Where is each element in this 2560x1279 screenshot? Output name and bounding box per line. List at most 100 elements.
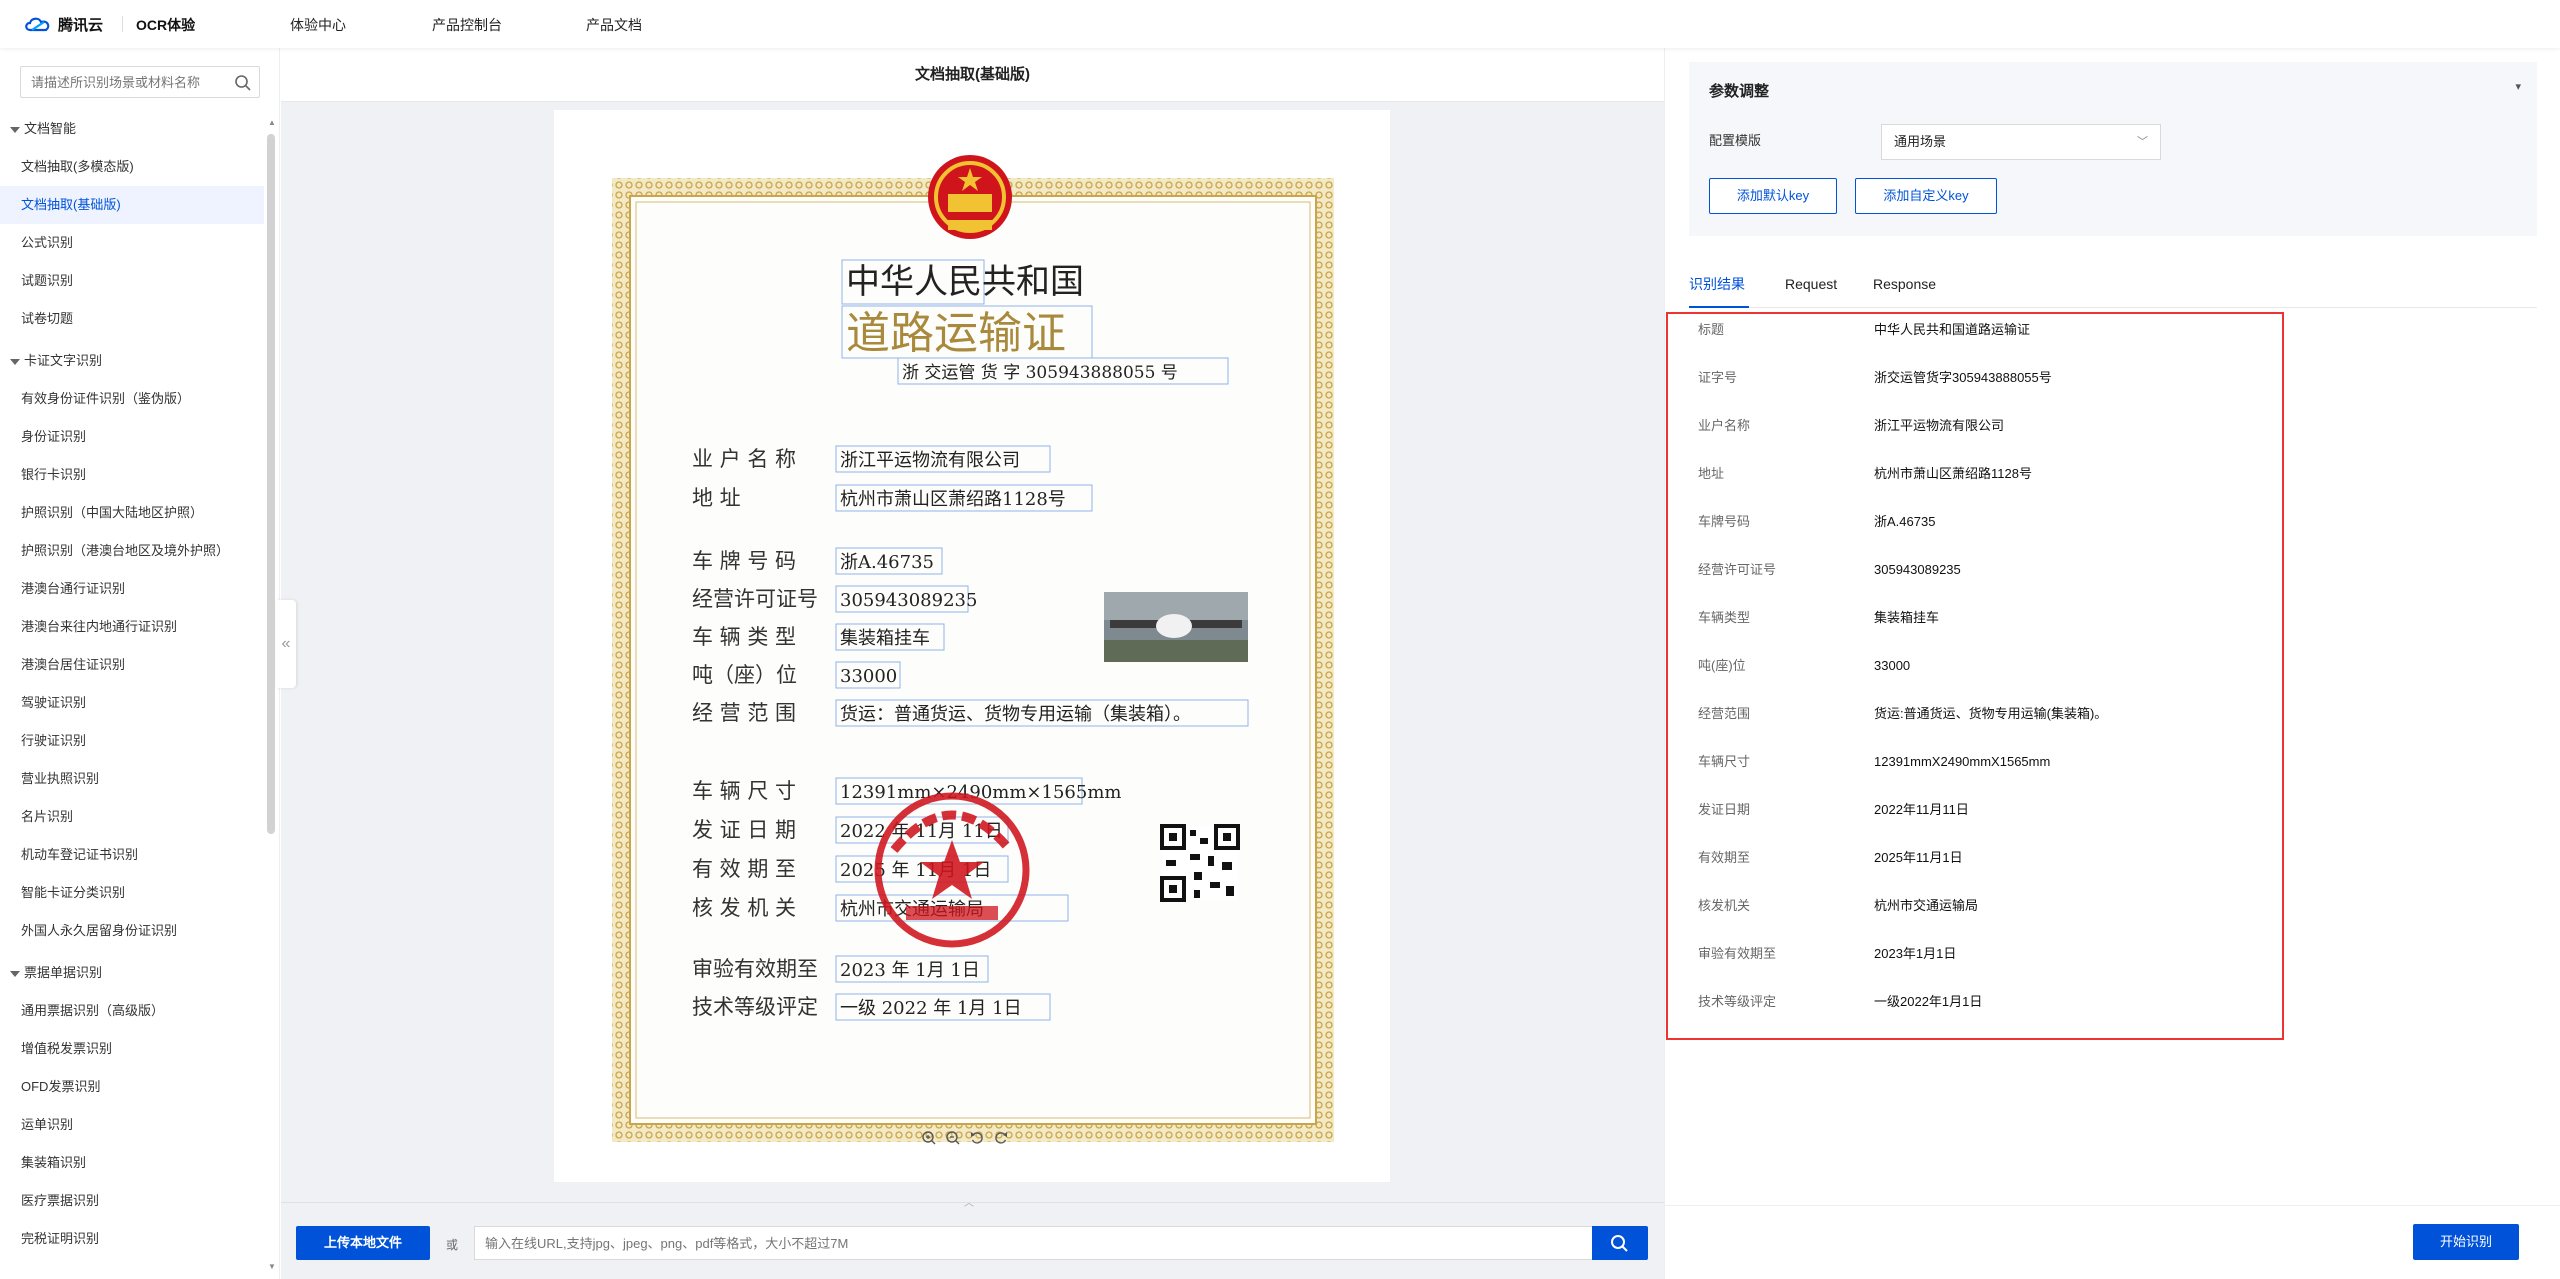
result-value: 一级2022年1月1日 [1874,994,1983,1009]
nav-experience-center[interactable]: 体验中心 [290,15,346,35]
tab-response[interactable]: Response [1873,260,1936,308]
result-value: 305943089235 [1874,562,1961,577]
sidebar-item[interactable]: 增值税发票识别 [0,1030,264,1068]
certificate-field-label: 车 辆 类 型 [692,625,796,649]
sidebar-section-header[interactable]: 卡证文字识别 [0,346,260,376]
result-value: 中华人民共和国道路运输证 [1874,322,2031,337]
bottom-divider [1665,1205,2560,1206]
image-zoom-toolbar [921,1130,1009,1146]
url-search-button[interactable] [1592,1226,1648,1260]
result-value: 杭州市交通运输局 [1874,898,1979,913]
sidebar-item[interactable]: 银行卡识别 [0,456,264,494]
rotate-left-icon[interactable] [969,1130,985,1146]
add-custom-key-button[interactable]: 添加自定义key [1855,178,1997,214]
sidebar-item[interactable]: 智能卡证分类识别 [0,874,264,912]
sidebar-item[interactable]: 机动车登记证书识别 [0,836,264,874]
expand-up-chevron-icon[interactable]: ︿ [964,1194,974,1209]
result-key: 经营许可证号 [1698,562,1777,577]
collapse-chevron-icon[interactable]: ▾ [2515,80,2521,93]
nav-product-console[interactable]: 产品控制台 [432,15,502,35]
sidebar-item[interactable]: 营业执照识别 [0,760,264,798]
result-value: 2023年1月1日 [1874,946,1957,961]
caret-down-icon [10,126,20,133]
certificate-field-value: 浙江平运物流有限公司 [840,450,1020,471]
sidebar-section-header[interactable]: 文档智能 [0,114,260,144]
sidebar-item[interactable]: 港澳台通行证识别 [0,570,264,608]
tab-request[interactable]: Request [1785,260,1837,308]
sidebar-section-header[interactable]: 票据单据识别 [0,958,260,988]
sidebar-item[interactable]: 完税证明识别 [0,1220,264,1258]
nav-ocr-experience[interactable]: OCR体验 [136,15,195,35]
result-value: 2022年11月11日 [1874,802,1969,817]
scroll-up-arrow-icon[interactable]: ▲ [268,118,276,127]
sidebar-item[interactable]: 护照识别（港澳台地区及境外护照） [0,532,264,570]
search-icon [1611,1235,1628,1252]
certificate-field-value: 杭州市萧山区萧绍路1128号 [840,489,1066,510]
sidebar-item[interactable]: 试题识别 [0,262,264,300]
top-nav: 腾讯云 OCR体验 体验中心 产品控制台 产品文档 [0,0,2560,48]
certificate-field-label: 经 营 范 围 [692,701,796,725]
national-emblem-icon [928,155,1012,239]
tencent-cloud-logo[interactable]: 腾讯云 [24,13,103,35]
sidebar-item[interactable]: 医疗票据识别 [0,1182,264,1220]
certificate-field-label: 车 辆 尺 寸 [692,779,796,803]
sidebar-item[interactable]: 行驶证识别 [0,722,264,760]
document-preview-area: 文档抽取(基础版) 中华人民共和国 道路运输证 浙 交运管 货 字 305943… [281,48,1664,1279]
sidebar-item[interactable]: 外国人永久居留身份证识别 [0,912,264,950]
result-row: 地址 杭州市萧山区萧绍路1128号 [1668,450,2282,498]
result-value: 杭州市萧山区萧绍路1128号 [1874,466,2032,481]
scroll-down-arrow-icon[interactable]: ▼ [268,1262,276,1271]
url-input[interactable] [485,1227,1485,1259]
sidebar-item[interactable]: 港澳台居住证识别 [0,646,264,684]
zoom-in-icon[interactable] [921,1130,937,1146]
search-input[interactable] [31,67,226,97]
sidebar-item[interactable]: 驾驶证识别 [0,684,264,722]
qr-code [1160,824,1240,902]
result-key: 证字号 [1698,370,1738,385]
sidebar-item[interactable]: 护照识别（中国大陆地区护照） [0,494,264,532]
nav-product-docs[interactable]: 产品文档 [586,15,642,35]
result-row: 发证日期 2022年11月11日 [1668,786,2282,834]
search-icon[interactable] [233,73,253,93]
sidebar-item[interactable]: 试卷切题 [0,300,264,338]
sidebar-item[interactable]: OFD发票识别 [0,1068,264,1106]
certificate-field-label: 有 效 期 至 [692,857,796,881]
sidebar-scrollbar[interactable] [267,134,275,834]
sidebar-item[interactable]: 文档抽取(基础版) [0,186,264,224]
result-row: 标题 中华人民共和国道路运输证 [1668,306,2282,354]
sidebar-item[interactable]: 名片识别 [0,798,264,836]
sidebar-section-title: 文档智能 [24,121,77,136]
template-select[interactable]: 通用场景 ﹀ [1881,124,2161,160]
sidebar-item[interactable]: 公式识别 [0,224,264,262]
sidebar-item[interactable]: 文档抽取(多模态版) [0,148,264,186]
template-label: 配置模版 [1709,133,1762,148]
sidebar-item[interactable]: 通用票据识别（高级版） [0,992,264,1030]
result-row: 有效期至 2025年11月1日 [1668,834,2282,882]
sidebar-item[interactable]: 有效身份证件识别（鉴伪版） [0,380,264,418]
add-default-key-button[interactable]: 添加默认key [1709,178,1837,214]
sidebar-item[interactable]: 集装箱识别 [0,1144,264,1182]
upload-local-file-button[interactable]: 上传本地文件 [296,1226,430,1260]
start-recognition-button[interactable]: 开始识别 [2413,1224,2519,1260]
result-row: 业户名称 浙江平运物流有限公司 [1668,402,2282,450]
sidebar-item[interactable]: 运单识别 [0,1106,264,1144]
certificate-title-line1: 中华人民共和国 [846,262,1084,302]
result-key: 核发机关 [1698,898,1751,913]
sidebar-item[interactable]: 身份证识别 [0,418,264,456]
logo-divider [122,16,123,32]
zoom-out-icon[interactable] [945,1130,961,1146]
collapse-sidebar-handle[interactable]: « [276,600,296,688]
result-key: 吨(座)位 [1698,658,1746,673]
result-key: 车辆类型 [1698,610,1751,625]
sidebar-item[interactable]: 港澳台来往内地通行证识别 [0,608,264,646]
sidebar-section-title: 票据单据识别 [24,965,103,980]
result-tabs: 识别结果 Request Response [1689,260,2537,308]
result-row: 核发机关 杭州市交通运输局 [1668,882,2282,930]
rotate-right-icon[interactable] [993,1130,1009,1146]
result-value: 12391mmX2490mmX1565mm [1874,754,2051,769]
document-image: 中华人民共和国 道路运输证 浙 交运管 货 字 305943888055 号 业… [554,110,1390,1182]
recognition-result-list: 标题 中华人民共和国道路运输证 证字号 浙交运管货字305943888055号 业户名称… [1666,312,2284,1040]
result-key: 车牌号码 [1698,514,1751,529]
tab-result[interactable]: 识别结果 [1689,260,1749,308]
certificate-field-label: 地 址 [692,486,741,510]
